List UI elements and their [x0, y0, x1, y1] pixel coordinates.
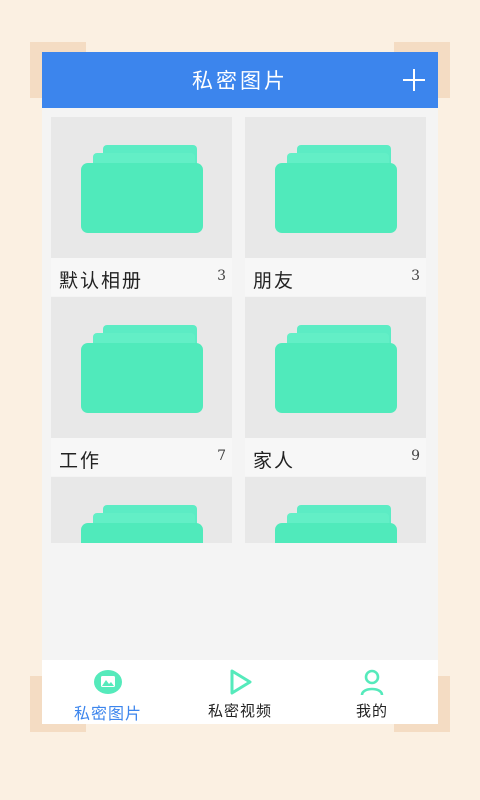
album-name: 朋友: [253, 270, 296, 292]
album-name: 工作: [59, 450, 102, 472]
tab-private-photos[interactable]: 私密图片: [42, 660, 174, 724]
album-thumbnail: [245, 117, 426, 258]
album-card[interactable]: 朋友 3: [245, 117, 426, 296]
tab-label: 私密图片: [73, 704, 142, 723]
tab-label: 私密视频: [207, 702, 272, 720]
folder-icon: [275, 505, 397, 543]
album-name: 家人: [253, 450, 296, 472]
album-card[interactable]: 家人 9: [245, 297, 426, 476]
album-grid: 默认相册 3 朋友 3 工作 7 家人 9: [42, 108, 438, 548]
bottom-tab-bar: 私密图片 私密视频 我的: [42, 660, 438, 724]
folder-icon: [275, 145, 397, 233]
album-count: 9: [411, 448, 420, 464]
phone-screen: 私密图片 默认相册 3 朋友 3 工作 7 家人 9 私密图片 私密视频 我的: [42, 52, 438, 724]
album-thumbnail: [51, 297, 232, 438]
album-card[interactable]: [245, 477, 426, 543]
album-name: 默认相册: [59, 270, 144, 292]
album-count: 3: [411, 268, 420, 284]
play-icon: [230, 669, 252, 695]
album-thumbnail: [51, 477, 232, 543]
folder-icon: [81, 145, 203, 233]
album-card[interactable]: [51, 477, 232, 543]
album-thumbnail: [245, 297, 426, 438]
folder-icon: [81, 325, 203, 413]
album-thumbnail: [245, 477, 426, 543]
album-thumbnail: [51, 117, 232, 258]
page-title: 私密图片: [192, 69, 288, 93]
folder-icon: [81, 505, 203, 543]
album-card[interactable]: 工作 7: [51, 297, 232, 476]
album-card[interactable]: 默认相册 3: [51, 117, 232, 296]
add-album-button[interactable]: [400, 66, 428, 94]
tab-private-videos[interactable]: 私密视频: [174, 660, 306, 724]
tab-mine[interactable]: 我的: [306, 660, 438, 724]
folder-icon: [275, 325, 397, 413]
user-icon: [360, 669, 384, 696]
tab-label: 我的: [355, 702, 388, 720]
album-count: 7: [217, 448, 226, 464]
photo-icon: [94, 670, 122, 694]
app-header: 私密图片: [42, 52, 438, 108]
album-count: 3: [217, 268, 226, 284]
